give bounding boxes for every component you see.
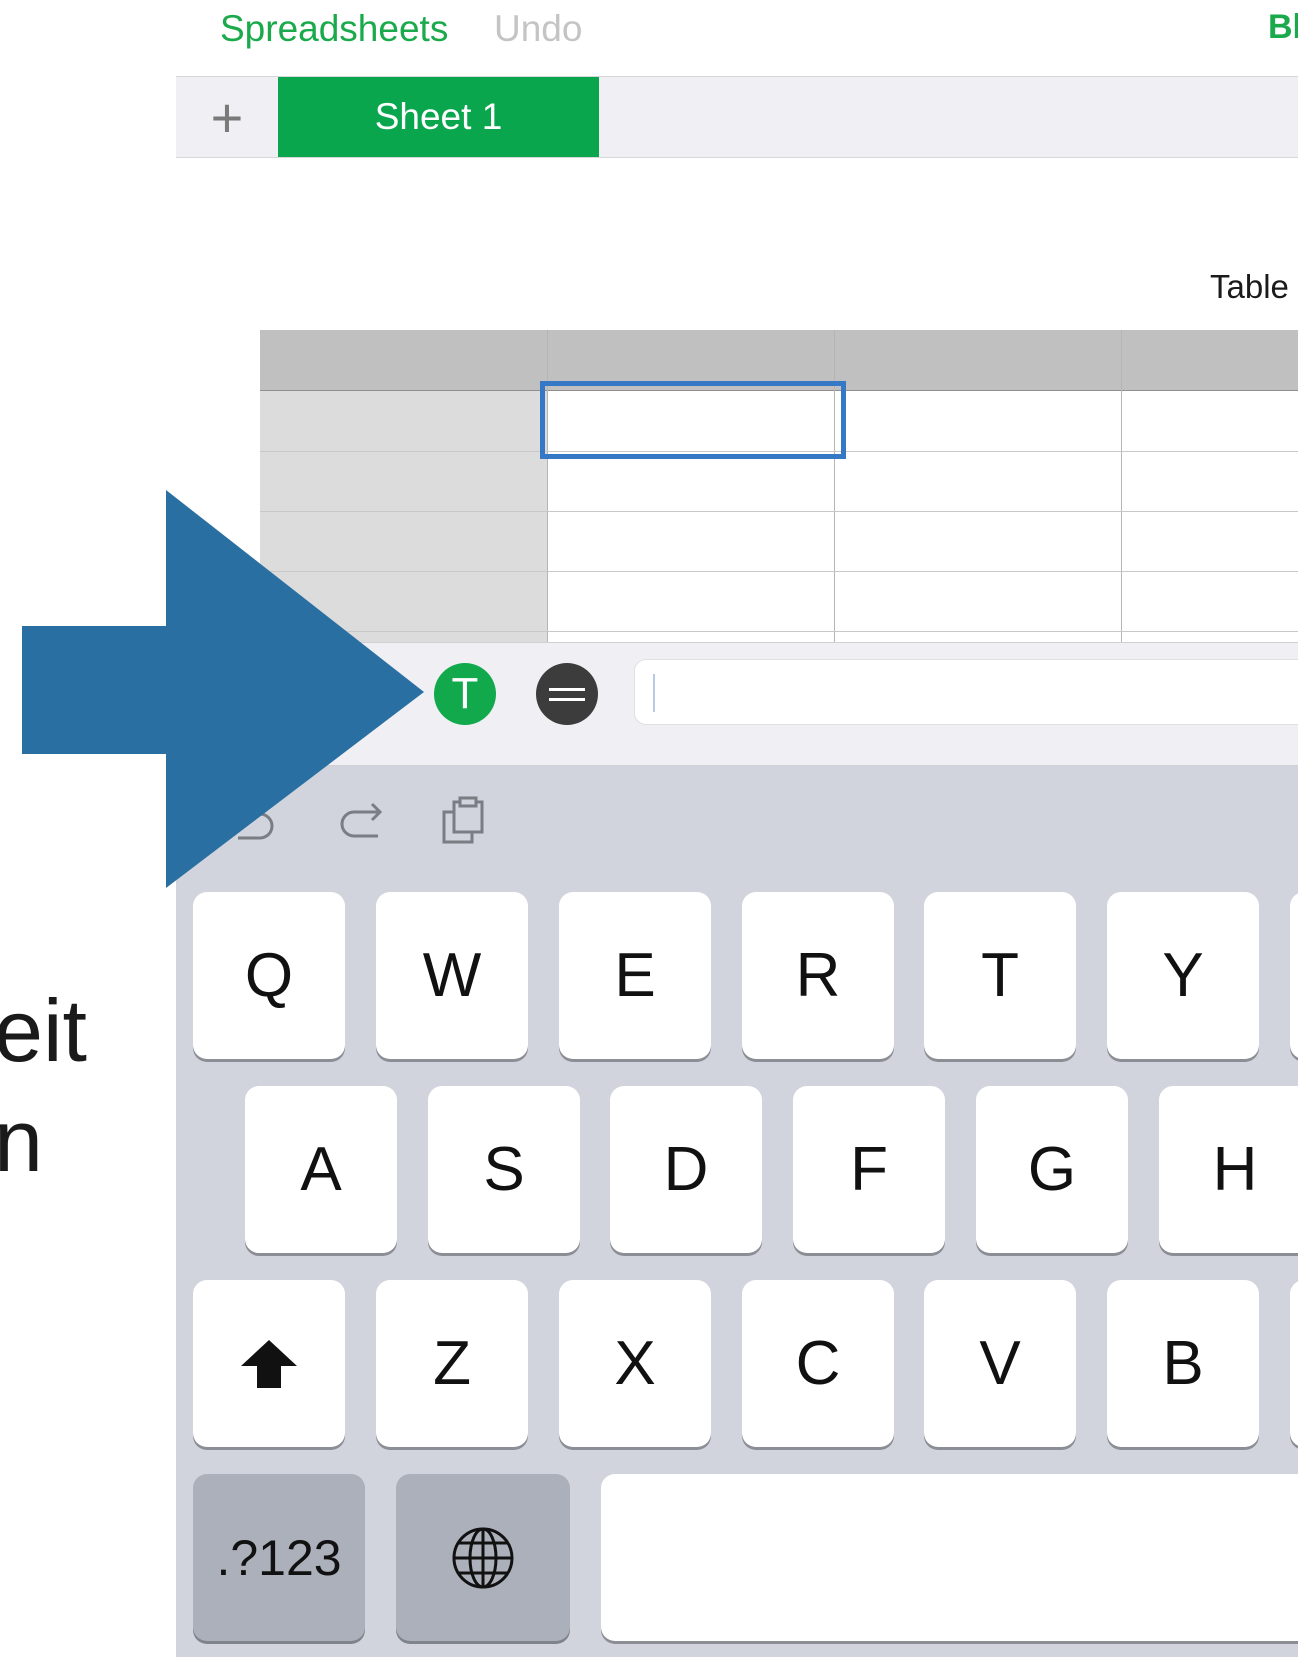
stage: Spreadsheets Undo Bl + Sheet 1 Table T Q… <box>0 0 1312 1657</box>
sheet-tab-bar: + Sheet 1 <box>176 76 1298 158</box>
add-sheet-button[interactable]: + <box>176 77 278 157</box>
onscreen-keyboard: Q W E R T Y A S D F G H Z X C V B .?123 <box>176 766 1298 1657</box>
key-t[interactable]: T <box>924 892 1076 1059</box>
right-nav-button[interactable]: Bl <box>1268 8 1298 47</box>
key-b[interactable]: B <box>1107 1280 1259 1447</box>
key-y[interactable]: Y <box>1107 892 1259 1059</box>
side-caption-text: n <box>0 1091 43 1190</box>
top-navigation-bar: Spreadsheets Undo Bl <box>176 0 1298 76</box>
key-x[interactable]: X <box>559 1280 711 1447</box>
tab-sheet-1[interactable]: Sheet 1 <box>278 77 599 157</box>
key-w[interactable]: W <box>376 892 528 1059</box>
key-h[interactable]: H <box>1159 1086 1298 1253</box>
key-z[interactable]: Z <box>376 1280 528 1447</box>
paste-icon[interactable] <box>440 796 488 846</box>
key-partial[interactable] <box>1290 892 1298 1059</box>
cell-content-input[interactable] <box>634 659 1298 725</box>
row-divider <box>260 511 1298 512</box>
text-caret <box>653 674 655 712</box>
row-divider <box>260 631 1298 632</box>
ipad-screen: Spreadsheets Undo Bl + Sheet 1 Table T Q… <box>176 0 1298 1657</box>
side-caption-text: eit <box>0 981 87 1080</box>
redo-icon[interactable] <box>334 800 386 844</box>
formula-line-icon <box>549 698 585 701</box>
selected-cell[interactable] <box>540 381 846 459</box>
key-r[interactable]: R <box>742 892 894 1059</box>
formula-mode-button[interactable] <box>536 663 598 725</box>
key-a[interactable]: A <box>245 1086 397 1253</box>
key-c[interactable]: C <box>742 1280 894 1447</box>
numbers-key[interactable]: .?123 <box>193 1474 365 1641</box>
undo-icon[interactable] <box>230 800 280 840</box>
key-e[interactable]: E <box>559 892 711 1059</box>
row-divider <box>260 571 1298 572</box>
undo-button[interactable]: Undo <box>494 8 582 50</box>
shift-key[interactable] <box>193 1280 345 1447</box>
key-partial[interactable] <box>1290 1280 1298 1447</box>
key-s[interactable]: S <box>428 1086 580 1253</box>
text-mode-button[interactable]: T <box>434 663 496 725</box>
shift-icon <box>241 1339 297 1388</box>
spreadsheets-back-button[interactable]: Spreadsheets <box>220 8 448 50</box>
key-g[interactable]: G <box>976 1086 1128 1253</box>
cell-input-bar: T <box>176 642 1298 766</box>
keyboard-shortcut-bar <box>176 766 1298 866</box>
globe-icon <box>452 1527 514 1588</box>
space-bar[interactable] <box>601 1474 1298 1641</box>
key-q[interactable]: Q <box>193 892 345 1059</box>
globe-key[interactable] <box>396 1474 570 1641</box>
key-d[interactable]: D <box>610 1086 762 1253</box>
table-title[interactable]: Table <box>1210 268 1289 306</box>
formula-line-icon <box>549 688 585 691</box>
key-f[interactable]: F <box>793 1086 945 1253</box>
key-v[interactable]: V <box>924 1280 1076 1447</box>
